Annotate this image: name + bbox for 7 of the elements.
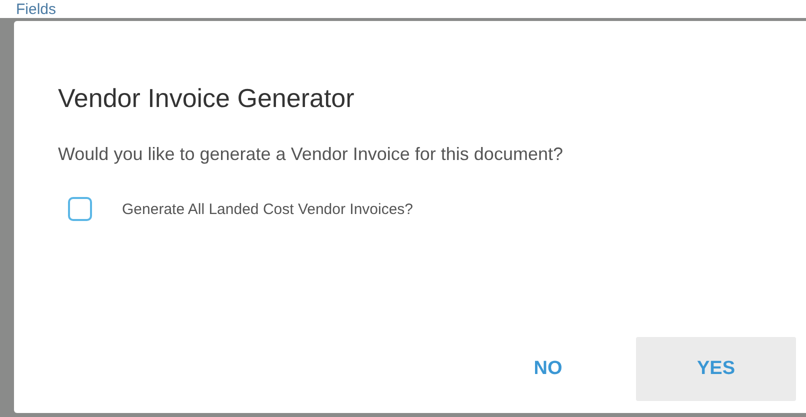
dialog-message: Would you like to generate a Vendor Invoice for this document? [58,144,564,165]
confirm-button[interactable]: YES [636,337,796,401]
cancel-button[interactable]: NO [478,337,618,401]
dialog-title: Vendor Invoice Generator [58,83,356,114]
section-heading: Fields [16,1,56,18]
checkbox[interactable] [68,197,92,221]
checkbox-label: Generate All Landed Cost Vendor Invoices? [122,200,414,218]
